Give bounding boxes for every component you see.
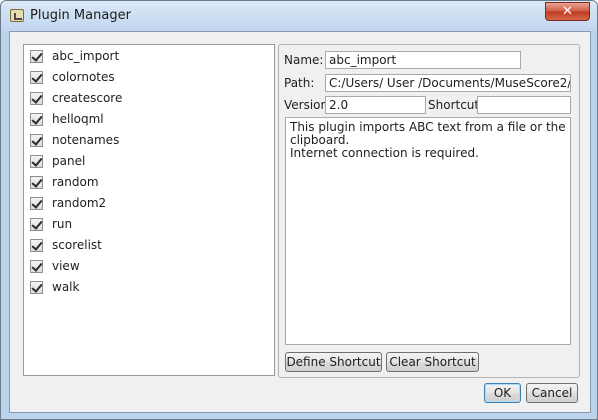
shortcut-label: Shortcut: — [428, 98, 484, 112]
description-line: This plugin imports ABC text from a file… — [290, 120, 566, 147]
plugin-name: random2 — [52, 196, 107, 210]
cancel-button[interactable]: Cancel — [526, 383, 578, 403]
list-item[interactable]: walk — [28, 278, 272, 298]
plugin-manager-window: Plugin Manager ✕ abc_import colornotes c… — [0, 0, 598, 420]
path-field[interactable]: C:/Users/ User /Documents/MuseScore2/Plu… — [325, 74, 571, 92]
checkbox[interactable] — [30, 197, 43, 210]
ok-button[interactable]: OK — [484, 383, 521, 403]
plugin-details-panel: Name: abc_import Path: C:/Users/ User /D… — [278, 44, 580, 378]
dialog-body: abc_import colornotes createscore helloq… — [9, 31, 591, 413]
list-item[interactable]: notenames — [28, 131, 272, 151]
list-item[interactable]: view — [28, 257, 272, 277]
path-label: Path: — [284, 76, 315, 90]
define-shortcut-button[interactable]: Define Shortcut — [285, 352, 382, 372]
list-item[interactable]: colornotes — [28, 68, 272, 88]
clear-shortcut-button[interactable]: Clear Shortcut — [386, 352, 479, 372]
plugin-name: abc_import — [52, 49, 120, 63]
checkbox[interactable] — [30, 155, 43, 168]
plugin-name: helloqml — [52, 112, 104, 126]
plugin-list[interactable]: abc_import colornotes createscore helloq… — [23, 44, 275, 376]
plugin-name: walk — [52, 280, 80, 294]
list-item[interactable]: helloqml — [28, 110, 272, 130]
shortcut-field[interactable] — [477, 96, 571, 114]
app-icon — [10, 9, 24, 22]
plugin-name: scorelist — [52, 238, 102, 252]
plugin-name: view — [52, 259, 80, 273]
description-box[interactable]: This plugin imports ABC text from a file… — [285, 117, 571, 345]
checkbox[interactable] — [30, 113, 43, 126]
name-label: Name: — [284, 53, 324, 67]
checkbox[interactable] — [30, 260, 43, 273]
checkbox[interactable] — [30, 281, 43, 294]
checkbox[interactable] — [30, 176, 43, 189]
checkbox[interactable] — [30, 134, 43, 147]
plugin-name: notenames — [52, 133, 120, 147]
plugin-name: run — [52, 217, 73, 231]
checkbox[interactable] — [30, 92, 43, 105]
list-item[interactable]: random — [28, 173, 272, 193]
plugin-name: random — [52, 175, 99, 189]
title-bar[interactable]: Plugin Manager ✕ — [1, 1, 597, 31]
close-button[interactable]: ✕ — [545, 2, 590, 21]
list-item[interactable]: scorelist — [28, 236, 272, 256]
checkbox[interactable] — [30, 239, 43, 252]
list-item[interactable]: panel — [28, 152, 272, 172]
checkbox[interactable] — [30, 50, 43, 63]
list-item[interactable]: abc_import — [28, 47, 272, 67]
list-item[interactable]: run — [28, 215, 272, 235]
window-title: Plugin Manager — [30, 8, 131, 23]
list-item[interactable]: random2 — [28, 194, 272, 214]
list-item[interactable]: createscore — [28, 89, 272, 109]
checkbox[interactable] — [30, 218, 43, 231]
plugin-name: panel — [52, 154, 86, 168]
checkbox[interactable] — [30, 71, 43, 84]
plugin-name: createscore — [52, 91, 123, 105]
description-line: Internet connection is required. — [290, 146, 479, 160]
name-field[interactable]: abc_import — [325, 51, 521, 69]
plugin-name: colornotes — [52, 70, 115, 84]
version-field[interactable]: 2.0 — [325, 96, 426, 114]
